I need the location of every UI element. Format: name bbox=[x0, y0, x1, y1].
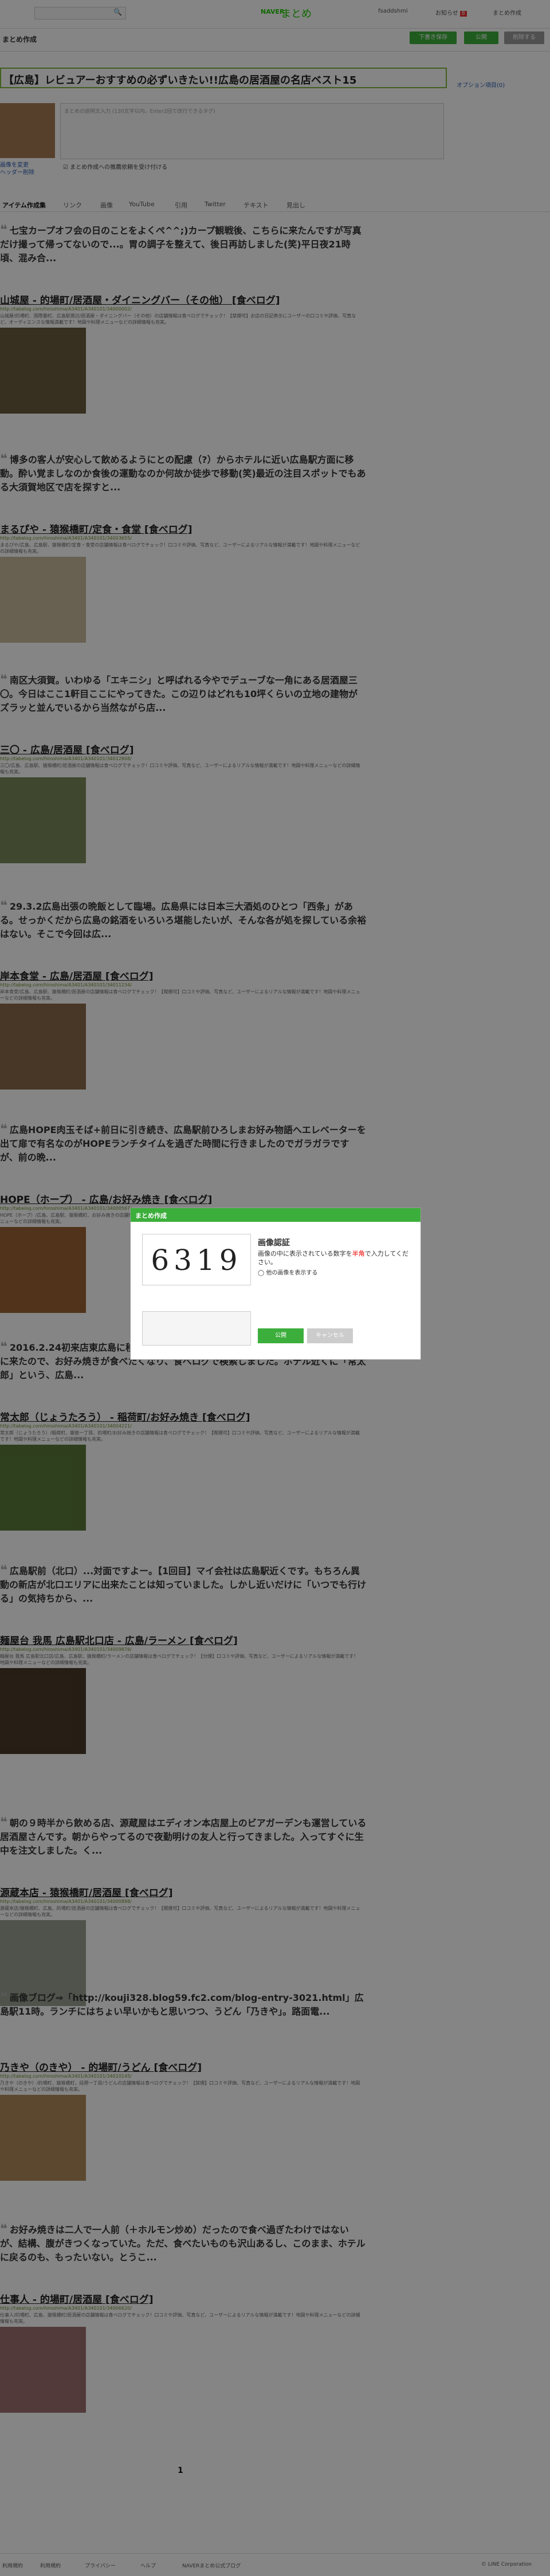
instructions-red: 半角 bbox=[352, 1250, 365, 1257]
refresh-captcha-link[interactable]: ◯ 他の画像を表示する bbox=[258, 1268, 317, 1276]
modal-header: まとめ作成 bbox=[131, 1208, 421, 1222]
modal-title: 画像認証 bbox=[258, 1238, 290, 1248]
instructions-a: 画像の中に表示されている数字を bbox=[258, 1250, 352, 1257]
captcha-modal: まとめ作成 6319 画像認証 画像の中に表示されている数字を半角で入力してくだ… bbox=[130, 1208, 421, 1360]
captcha-image: 6319 bbox=[142, 1234, 251, 1285]
modal-instructions: 画像の中に表示されている数字を半角で入力してください。 bbox=[258, 1249, 412, 1267]
refresh-label: 他の画像を表示する bbox=[266, 1270, 318, 1276]
modal-cancel-button[interactable]: キャンセル bbox=[307, 1328, 353, 1343]
modal-publish-button[interactable]: 公開 bbox=[258, 1328, 304, 1343]
captcha-input[interactable] bbox=[142, 1311, 251, 1346]
